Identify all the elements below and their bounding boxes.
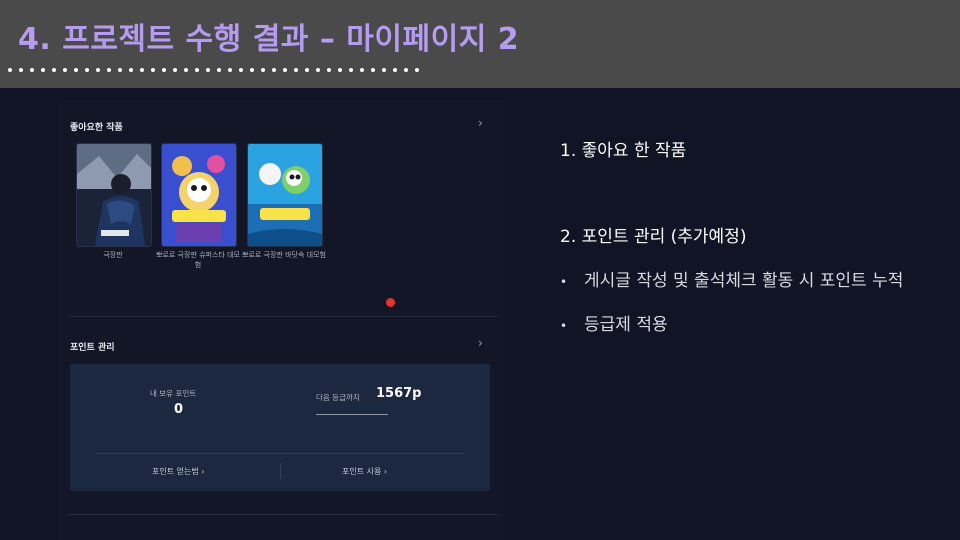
note-item-2: 2. 포인트 관리 (추가예정) — [560, 227, 747, 247]
divider-dot — [30, 68, 34, 72]
divider-dot — [294, 68, 298, 72]
divider-dot — [52, 68, 56, 72]
divider-dot — [162, 68, 166, 72]
divider-dot — [107, 68, 111, 72]
notification-dot — [386, 298, 395, 307]
liked-section-title: 좋아요한 작품 — [70, 123, 123, 133]
divider-dot — [129, 68, 133, 72]
divider-dot — [195, 68, 199, 72]
divider-dot — [85, 68, 89, 72]
divider-dot — [382, 68, 386, 72]
divider-dot — [404, 68, 408, 72]
note-bullet-2-text: 등급제 적용 — [584, 315, 668, 335]
divider-dot — [228, 68, 232, 72]
divider-dot — [261, 68, 265, 72]
divider-dot — [327, 68, 331, 72]
my-points-value: 0 — [174, 402, 184, 417]
divider-dot — [173, 68, 177, 72]
poster-3[interactable] — [247, 143, 323, 247]
divider-dot — [250, 68, 254, 72]
divider-dot — [140, 68, 144, 72]
next-grade-label: 다음 등급까지 — [316, 393, 360, 402]
divider-dot — [151, 68, 155, 72]
mypage-screenshot: 좋아요한 작품 › 극장판 뽀로로 극장판 슈퍼스타 대모험 뽀로로 극장판 바… — [58, 100, 504, 540]
divider-dot — [415, 68, 419, 72]
poster-3-caption: 뽀로로 극장판 바닷속 대모험 — [242, 251, 326, 259]
bullet-icon: • — [560, 275, 568, 289]
divider-dot — [41, 68, 45, 72]
divider-dot — [63, 68, 67, 72]
divider-dot — [217, 68, 221, 72]
note-bullet-1-text: 게시글 작성 및 출석체크 활동 시 포인트 누적 — [584, 271, 904, 291]
note-bullet-1: • 게시글 작성 및 출석체크 활동 시 포인트 누적 — [560, 266, 903, 291]
divider-dot — [305, 68, 309, 72]
bullet-icon: • — [560, 319, 568, 333]
divider-dot — [118, 68, 122, 72]
earn-points-link[interactable]: 포인트 얻는법 › — [152, 466, 204, 477]
next-grade-value: 1567p — [376, 386, 422, 401]
divider-dot — [338, 68, 342, 72]
points-card-divider — [96, 453, 464, 454]
points-card-vertical-divider — [280, 463, 281, 479]
my-points-label: 내 보유 포인트 — [150, 389, 197, 398]
divider-dot — [19, 68, 23, 72]
dotted-divider — [8, 68, 419, 72]
section-divider — [68, 316, 498, 317]
grade-progress-line — [316, 414, 388, 415]
divider-dot — [96, 68, 100, 72]
divider-dot — [371, 68, 375, 72]
points-card: 내 보유 포인트 0 다음 등급까지 1567p 포인트 얻는법 › 포인트 사… — [70, 364, 490, 491]
points-section-title: 포인트 관리 — [70, 343, 115, 353]
poster-1-caption: 극장판 — [103, 251, 123, 259]
liked-more-chevron-icon[interactable]: › — [478, 116, 483, 130]
divider-dot — [184, 68, 188, 72]
divider-dot — [360, 68, 364, 72]
note-item-1: 1. 좋아요 한 작품 — [560, 141, 687, 161]
slide-title: 4. 프로젝트 수행 결과 – 마이페이지 2 — [18, 22, 520, 57]
divider-dot — [316, 68, 320, 72]
divider-dot — [393, 68, 397, 72]
bottom-divider — [68, 514, 498, 515]
poster-2[interactable] — [161, 143, 237, 247]
divider-dot — [283, 68, 287, 72]
divider-dot — [8, 68, 12, 72]
divider-dot — [74, 68, 78, 72]
slide-header: 4. 프로젝트 수행 결과 – 마이페이지 2 — [0, 0, 960, 88]
divider-dot — [272, 68, 276, 72]
divider-dot — [239, 68, 243, 72]
divider-dot — [206, 68, 210, 72]
poster-1[interactable] — [76, 143, 152, 247]
poster-2-caption: 뽀로로 극장판 슈퍼스타 대모험 — [156, 251, 240, 269]
divider-dot — [349, 68, 353, 72]
note-bullet-2: • 등급제 적용 — [560, 310, 668, 335]
points-more-chevron-icon[interactable]: › — [478, 336, 483, 350]
use-points-link[interactable]: 포인트 사용 › — [342, 466, 387, 477]
